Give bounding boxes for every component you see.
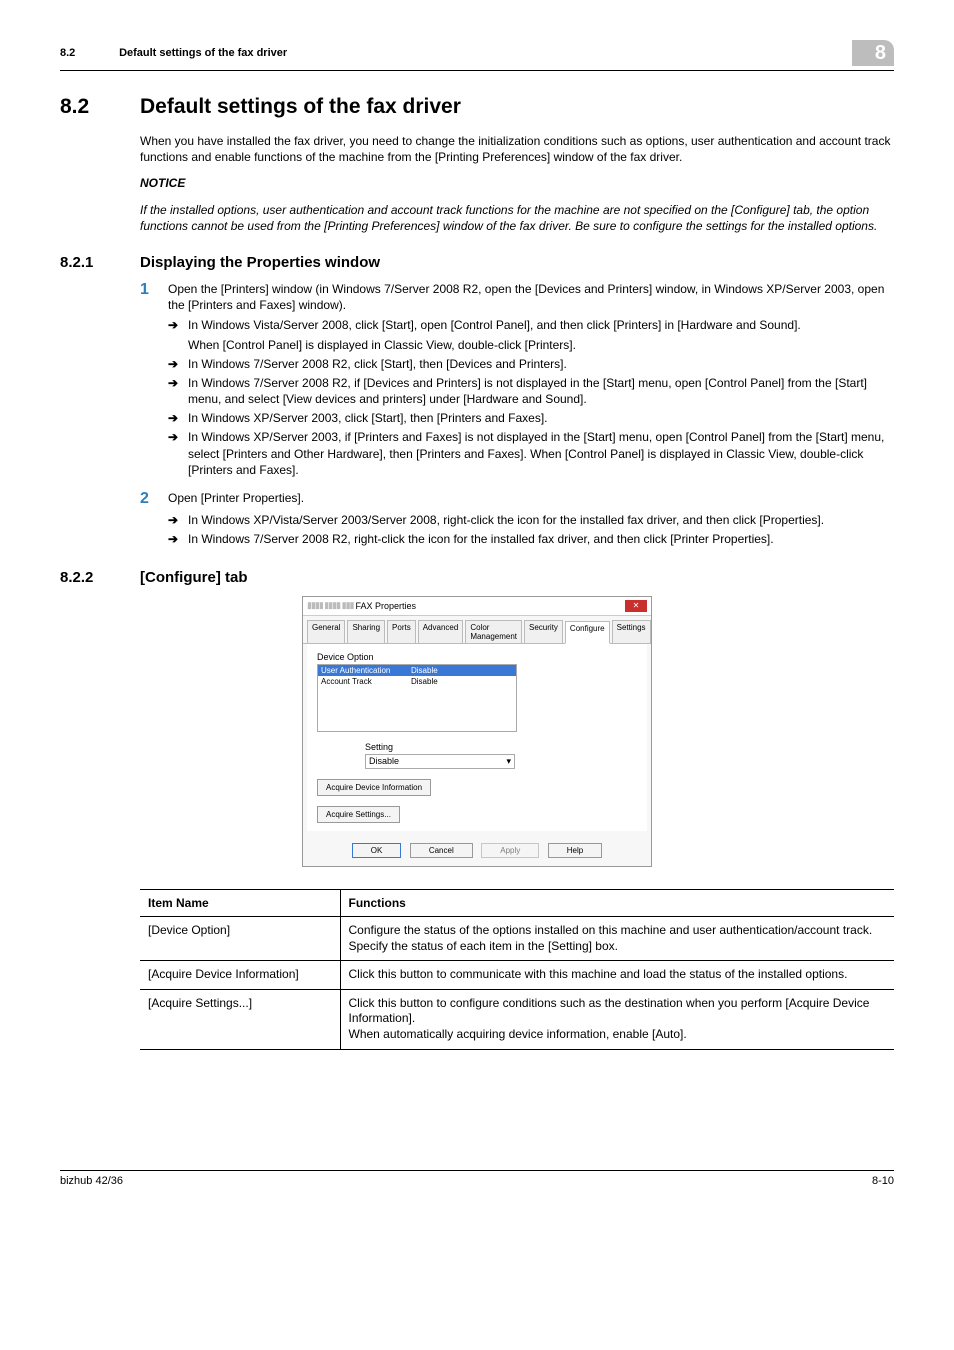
- setting-label: Setting: [365, 742, 637, 752]
- arrow-icon: ➔: [168, 512, 188, 528]
- list-item-name: Account Track: [321, 677, 411, 686]
- running-header: 8.2 Default settings of the fax driver: [60, 47, 852, 59]
- substep-text: In Windows XP/Server 2003, click [Start]…: [188, 410, 894, 426]
- table-cell-name: [Acquire Device Information]: [140, 961, 340, 990]
- tab-configure[interactable]: Configure: [565, 621, 610, 644]
- table-row: [Acquire Settings...] Click this button …: [140, 989, 894, 1049]
- apply-button[interactable]: Apply: [481, 843, 539, 858]
- arrow-icon: ➔: [168, 375, 188, 407]
- tab-sharing[interactable]: Sharing: [347, 620, 385, 643]
- substep-continuation: When [Control Panel] is displayed in Cla…: [188, 337, 894, 353]
- close-icon[interactable]: ✕: [625, 600, 647, 612]
- subsection-title: [Configure] tab: [140, 569, 247, 586]
- dialog-title-text: FAX Properties: [355, 601, 625, 611]
- notice-label: NOTICE: [140, 175, 894, 191]
- header-divider: [60, 70, 894, 71]
- subsection-number: 8.2.1: [60, 254, 140, 271]
- device-option-listbox[interactable]: User Authentication Disable Account Trac…: [317, 664, 517, 732]
- arrow-icon: ➔: [168, 317, 188, 333]
- table-row: [Device Option] Configure the status of …: [140, 916, 894, 960]
- step-text: Open [Printer Properties].: [168, 490, 894, 508]
- substep-text: In Windows 7/Server 2008 R2, right-click…: [188, 531, 894, 547]
- step-text: Open the [Printers] window (in Windows 7…: [168, 281, 894, 313]
- list-item-name: User Authentication: [321, 666, 411, 675]
- section-title: Default settings of the fax driver: [140, 95, 461, 119]
- footer-right: 8-10: [872, 1175, 894, 1187]
- table-cell-name: [Device Option]: [140, 916, 340, 960]
- section-number: 8.2: [60, 95, 140, 119]
- intro-paragraph: When you have installed the fax driver, …: [140, 133, 894, 165]
- tab-security[interactable]: Security: [524, 620, 563, 643]
- tab-advanced[interactable]: Advanced: [418, 620, 464, 643]
- substep-text: In Windows XP/Server 2003, if [Printers …: [188, 429, 894, 478]
- chevron-down-icon: ▾: [506, 756, 511, 767]
- dialog-titlebar: ▮▮▮▮ ▮▮▮▮ ▮▮▮ FAX Properties ✕: [303, 597, 651, 616]
- list-item-value: Disable: [411, 666, 438, 675]
- header-section-title: Default settings of the fax driver: [119, 47, 287, 59]
- table-cell-name: [Acquire Settings...]: [140, 989, 340, 1049]
- table-header-functions: Functions: [340, 889, 894, 916]
- table-row: [Acquire Device Information] Click this …: [140, 961, 894, 990]
- tab-ports[interactable]: Ports: [387, 620, 416, 643]
- setting-value: Disable: [369, 756, 399, 767]
- notice-body: If the installed options, user authentic…: [140, 202, 894, 234]
- tab-general[interactable]: General: [307, 620, 345, 643]
- substep-text: In Windows XP/Vista/Server 2003/Server 2…: [188, 512, 894, 528]
- help-button[interactable]: Help: [548, 843, 602, 858]
- tab-color-management[interactable]: Color Management: [465, 620, 522, 643]
- substep-text: In Windows Vista/Server 2008, click [Sta…: [188, 317, 894, 333]
- table-header-item: Item Name: [140, 889, 340, 916]
- item-functions-table: Item Name Functions [Device Option] Conf…: [140, 889, 894, 1050]
- list-item[interactable]: User Authentication Disable: [318, 665, 516, 676]
- footer-left: bizhub 42/36: [60, 1175, 123, 1187]
- list-item[interactable]: Account Track Disable: [318, 676, 516, 687]
- table-cell-func: Click this button to communicate with th…: [340, 961, 894, 990]
- substep-text: In Windows 7/Server 2008 R2, click [Star…: [188, 356, 894, 372]
- properties-dialog: ▮▮▮▮ ▮▮▮▮ ▮▮▮ FAX Properties ✕ General S…: [302, 596, 652, 867]
- step-number: 2: [140, 490, 168, 508]
- tab-settings[interactable]: Settings: [612, 620, 651, 643]
- cancel-button[interactable]: Cancel: [410, 843, 473, 858]
- chapter-badge: 8: [852, 40, 894, 66]
- table-cell-func: Click this button to configure condition…: [340, 989, 894, 1049]
- arrow-icon: ➔: [168, 410, 188, 426]
- list-item-value: Disable: [411, 677, 438, 686]
- subsection-number: 8.2.2: [60, 569, 140, 586]
- table-cell-func: Configure the status of the options inst…: [340, 916, 894, 960]
- device-option-label: Device Option: [317, 652, 637, 662]
- arrow-icon: ➔: [168, 531, 188, 547]
- arrow-icon: ➔: [168, 356, 188, 372]
- step-number: 1: [140, 281, 168, 313]
- dialog-tabs: General Sharing Ports Advanced Color Man…: [303, 616, 651, 644]
- blurred-text: ▮▮▮▮ ▮▮▮▮ ▮▮▮: [307, 600, 353, 611]
- arrow-icon: ➔: [168, 429, 188, 478]
- setting-combobox[interactable]: Disable ▾: [365, 754, 515, 769]
- subsection-title: Displaying the Properties window: [140, 254, 380, 271]
- substep-text: In Windows 7/Server 2008 R2, if [Devices…: [188, 375, 894, 407]
- header-section-number: 8.2: [60, 47, 116, 59]
- ok-button[interactable]: OK: [352, 843, 402, 858]
- acquire-settings-button[interactable]: Acquire Settings...: [317, 806, 400, 823]
- acquire-device-info-button[interactable]: Acquire Device Information: [317, 779, 431, 796]
